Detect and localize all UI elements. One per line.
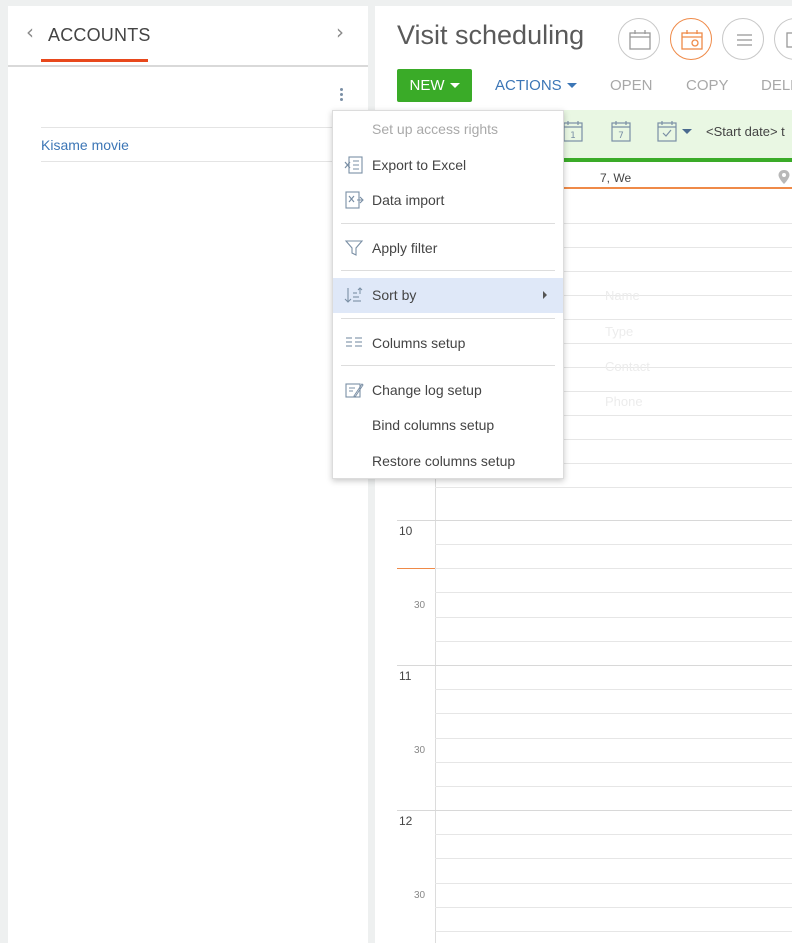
list-divider: [41, 161, 368, 162]
grid-line: [435, 858, 792, 859]
open-button[interactable]: OPEN: [610, 69, 653, 102]
chevron-right-icon: [543, 291, 547, 299]
menu-item-data-import[interactable]: Data import: [333, 183, 563, 218]
calendar-map-view-button[interactable]: [670, 18, 712, 60]
caret-down-icon: [682, 129, 692, 134]
grid-line: [435, 762, 792, 763]
menu-item-sort-by[interactable]: Sort by: [333, 278, 563, 313]
menu-item-change-log-setup[interactable]: Change log setup: [333, 373, 563, 408]
copy-button[interactable]: COPY: [686, 69, 729, 102]
half-hour-label: 30: [414, 745, 426, 756]
menu-divider: [341, 223, 555, 224]
current-time-line: [397, 568, 436, 569]
list-item[interactable]: Kisame movie: [41, 137, 129, 153]
grid-line: [435, 544, 792, 545]
excel-export-icon: [344, 156, 363, 174]
caret-down-icon: [449, 82, 460, 88]
menu-divider: [341, 270, 555, 271]
filter-icon: [344, 240, 364, 256]
ghost-field: Phone: [605, 394, 643, 409]
accounts-panel: ‹ ACCOUNTS › Kisame movie: [8, 6, 368, 943]
new-button-label: NEW: [409, 77, 445, 94]
caret-down-icon: [566, 82, 577, 88]
menu-item-label: Data import: [372, 192, 445, 208]
menu-item-restore-columns-setup[interactable]: Restore columns setup: [333, 444, 563, 479]
data-import-icon: [345, 191, 364, 209]
grid-line: [435, 738, 792, 739]
grid-line: [435, 834, 792, 835]
grid-line: [435, 883, 792, 884]
grid-line: [435, 689, 792, 690]
more-view-button[interactable]: [774, 18, 792, 60]
grid-line: [435, 786, 792, 787]
list-view-button[interactable]: [722, 18, 764, 60]
delete-button[interactable]: DELE: [761, 69, 792, 102]
change-log-icon: [345, 383, 364, 398]
grid-line: [435, 487, 792, 488]
menu-item-access-rights: Set up access rights: [333, 112, 563, 147]
menu-item-label: Restore columns setup: [372, 453, 516, 469]
hour-label: 10: [399, 524, 413, 538]
menu-item-label: Change log setup: [372, 382, 482, 398]
actions-button[interactable]: ACTIONS: [495, 69, 577, 102]
menu-item-label: Apply filter: [372, 240, 438, 256]
new-button[interactable]: NEW: [397, 69, 472, 102]
grid-line: [435, 641, 792, 642]
menu-item-bind-columns-setup[interactable]: Bind columns setup: [333, 408, 563, 443]
columns-icon: [346, 337, 362, 347]
grid-line: [435, 568, 792, 569]
chevron-right-icon[interactable]: ›: [336, 22, 344, 42]
sort-icon: [344, 287, 363, 303]
menu-item-label: Export to Excel: [372, 157, 467, 173]
ghost-field: Type: [605, 324, 634, 339]
hour-line: [397, 810, 792, 811]
calendar-day-icon[interactable]: 1: [561, 119, 585, 143]
hour-line: [397, 520, 792, 521]
menu-divider: [341, 365, 555, 366]
page-title: Visit scheduling: [397, 20, 585, 50]
calendar-view-icon: [629, 30, 651, 50]
menu-item-label: Columns setup: [372, 335, 466, 351]
day-label: 7, We: [600, 171, 632, 185]
grid-line: [435, 907, 792, 908]
calendar-map-view-icon: [681, 30, 703, 50]
hour-label: 11: [399, 669, 412, 683]
chevron-left-icon[interactable]: ‹: [26, 22, 34, 42]
calendar-day-number: 1: [570, 131, 576, 141]
ghost-field: Name: [605, 288, 640, 303]
grid-line: [435, 931, 792, 932]
actions-button-label: ACTIONS: [495, 77, 562, 94]
grid-line: [435, 617, 792, 618]
half-hour-label: 30: [414, 600, 426, 611]
calendar-week-icon[interactable]: 7: [609, 119, 633, 143]
grid-line: [435, 713, 792, 714]
view-icon: [786, 32, 792, 48]
more-options-icon[interactable]: [334, 88, 348, 106]
calendar-week-number: 7: [618, 131, 624, 141]
half-hour-label: 30: [414, 890, 426, 901]
ghost-field: Contact: [605, 359, 650, 374]
list-view-icon: [737, 34, 752, 46]
grid-line: [435, 592, 792, 593]
menu-item-label: Bind columns setup: [372, 417, 495, 433]
menu-item-label: Set up access rights: [372, 121, 499, 137]
calendar-view-button[interactable]: [618, 18, 660, 60]
more-options-menu: Set up access rights Export to Excel Dat…: [332, 110, 564, 479]
list-divider: [41, 127, 368, 128]
accounts-header: ‹ ACCOUNTS ›: [8, 6, 368, 67]
calendar-select-icon: [657, 121, 677, 142]
menu-item-export-excel[interactable]: Export to Excel: [333, 148, 563, 183]
menu-divider: [341, 318, 555, 319]
menu-item-label: Sort by: [372, 287, 417, 303]
menu-item-columns-setup[interactable]: Columns setup: [333, 326, 563, 361]
menu-item-apply-filter[interactable]: Apply filter: [333, 231, 563, 266]
hour-line: [397, 665, 792, 666]
panel-title: ACCOUNTS: [48, 25, 151, 45]
active-tab-underline: [41, 59, 148, 62]
start-date-filter[interactable]: <Start date> t: [706, 124, 785, 139]
calendar-select-button[interactable]: [655, 119, 695, 143]
map-pin-icon[interactable]: [777, 169, 791, 185]
hour-label: 12: [399, 814, 413, 828]
